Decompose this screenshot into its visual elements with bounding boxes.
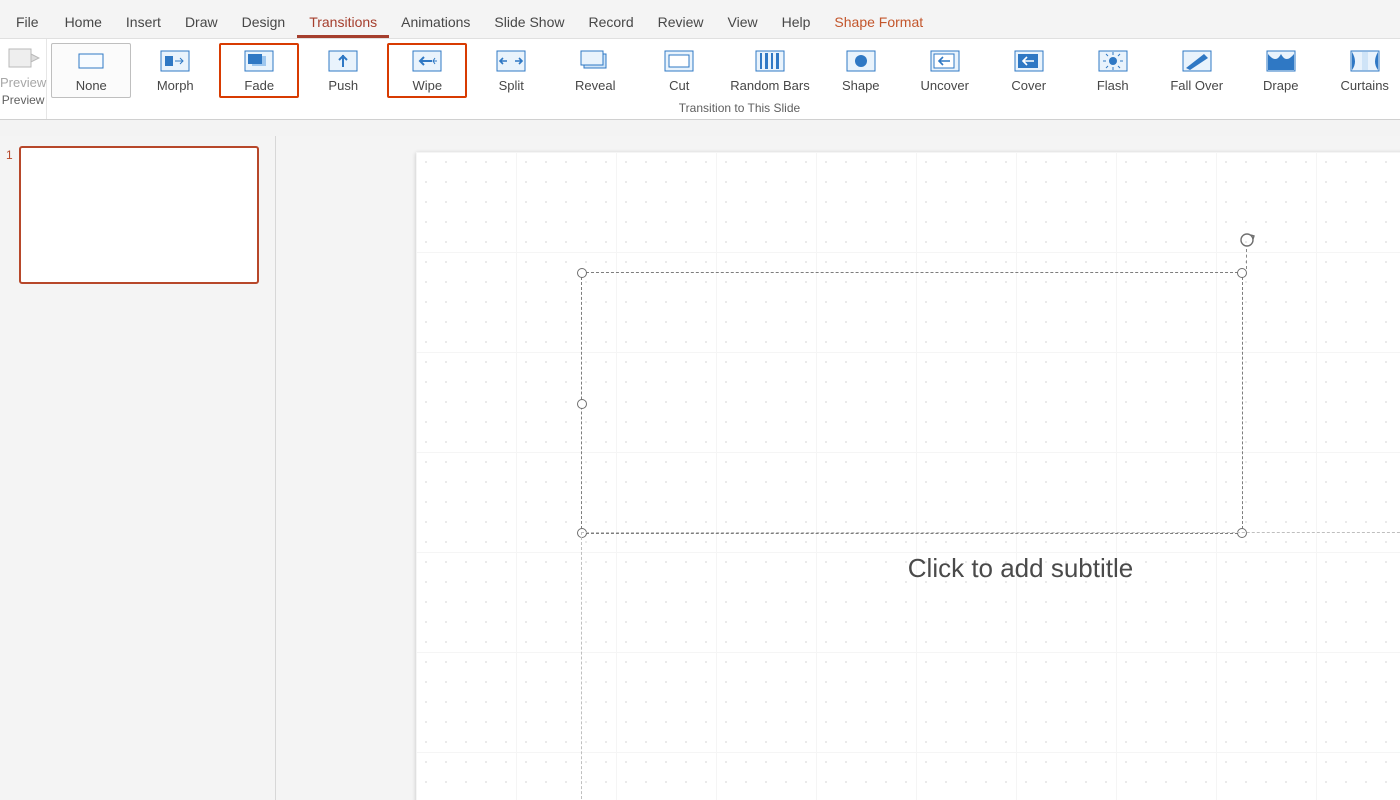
ribbon-group-preview: Preview Preview	[0, 39, 47, 119]
transition-label: Drape	[1263, 78, 1298, 93]
transition-shape[interactable]: Shape	[821, 43, 901, 98]
transition-flash[interactable]: Flash	[1073, 43, 1153, 98]
transition-label: Fall Over	[1170, 78, 1223, 93]
preview-icon	[6, 45, 40, 73]
transition-label: Flash	[1097, 78, 1129, 93]
transition-fade[interactable]: Fade	[219, 43, 299, 98]
shape-icon	[846, 50, 876, 72]
tab-insert[interactable]: Insert	[114, 4, 173, 38]
push-icon	[328, 50, 358, 72]
transition-gallery: None Morph Fade Push Wipe Split Reveal Cut Rando…	[47, 39, 1400, 98]
tab-review[interactable]: Review	[646, 4, 716, 38]
transition-fallover[interactable]: Fall Over	[1157, 43, 1237, 98]
ribbon: Preview Preview None Morph Fade Push Wipe Spl…	[0, 38, 1400, 120]
ribbon-group-label-preview: Preview	[0, 90, 46, 111]
transition-label: Fade	[244, 78, 274, 93]
ribbon-group-label-transitions: Transition to This Slide	[47, 98, 1400, 119]
cut-icon	[664, 50, 694, 72]
transition-label: Curtains	[1341, 78, 1389, 93]
transition-reveal[interactable]: Reveal	[555, 43, 635, 98]
rotate-stem	[1246, 249, 1247, 269]
transition-randombars[interactable]: Random Bars	[723, 43, 816, 98]
workspace: 1	[0, 136, 1400, 800]
subtitle-placeholder[interactable]: Click to add subtitle	[581, 532, 1400, 800]
tab-animations[interactable]: Animations	[389, 4, 482, 38]
ribbon-group-transitions: None Morph Fade Push Wipe Split Reveal Cut Rando…	[47, 39, 1400, 119]
transition-split[interactable]: Split	[471, 43, 551, 98]
transition-label: Reveal	[575, 78, 615, 93]
slide-number: 1	[6, 146, 13, 162]
randombars-icon	[755, 50, 785, 72]
ribbon-tab-strip: FileHomeInsertDrawDesignTransitionsAnima…	[0, 0, 1400, 38]
preview-label: Preview	[0, 75, 46, 90]
resize-handle[interactable]	[1237, 268, 1247, 278]
slide-canvas[interactable]: Click to add subtitle	[416, 152, 1400, 800]
uncover-icon	[930, 50, 960, 72]
tab-slideshow[interactable]: Slide Show	[482, 4, 576, 38]
none-icon	[76, 50, 106, 72]
transition-curtains[interactable]: Curtains	[1325, 43, 1400, 98]
transition-none[interactable]: None	[51, 43, 131, 98]
drape-icon	[1266, 50, 1296, 72]
transition-label: None	[76, 78, 107, 93]
preview-button[interactable]: Preview	[0, 39, 46, 90]
tab-file[interactable]: File	[2, 4, 53, 38]
tab-draw[interactable]: Draw	[173, 4, 230, 38]
transition-label: Uncover	[921, 78, 969, 93]
resize-handle[interactable]	[577, 268, 587, 278]
slide-thumbnail-1[interactable]: 1	[6, 146, 265, 284]
rotate-handle[interactable]	[1238, 231, 1256, 249]
transition-morph[interactable]: Morph	[135, 43, 215, 98]
transition-push[interactable]: Push	[303, 43, 383, 98]
wipe-icon	[412, 50, 442, 72]
slide-edit-area: Click to add subtitle	[276, 136, 1400, 800]
rotate-icon	[1238, 231, 1256, 249]
tab-record[interactable]: Record	[576, 4, 645, 38]
transition-label: Morph	[157, 78, 194, 93]
tab-design[interactable]: Design	[230, 4, 298, 38]
transition-cover[interactable]: Cover	[989, 43, 1069, 98]
resize-handle[interactable]	[577, 399, 587, 409]
tab-transitions[interactable]: Transitions	[297, 4, 389, 38]
tab-shapeformat[interactable]: Shape Format	[822, 4, 935, 38]
split-icon	[496, 50, 526, 72]
morph-icon	[160, 50, 190, 72]
tab-view[interactable]: View	[716, 4, 770, 38]
transition-label: Shape	[842, 78, 880, 93]
transition-label: Random Bars	[730, 78, 809, 93]
transition-label: Cut	[669, 78, 689, 93]
subtitle-placeholder-text: Click to add subtitle	[908, 553, 1133, 584]
title-placeholder[interactable]	[581, 272, 1243, 534]
fallover-icon	[1182, 50, 1212, 72]
transition-label: Cover	[1011, 78, 1046, 93]
transition-uncover[interactable]: Uncover	[905, 43, 985, 98]
transition-label: Split	[499, 78, 524, 93]
reveal-icon	[580, 50, 610, 72]
cover-icon	[1014, 50, 1044, 72]
flash-icon	[1098, 50, 1128, 72]
tab-home[interactable]: Home	[53, 4, 114, 38]
transition-drape[interactable]: Drape	[1241, 43, 1321, 98]
slide-thumbnail-image	[19, 146, 259, 284]
curtains-icon	[1350, 50, 1380, 72]
tab-help[interactable]: Help	[770, 4, 823, 38]
transition-cut[interactable]: Cut	[639, 43, 719, 98]
fade-icon	[244, 50, 274, 72]
transition-label: Push	[328, 78, 358, 93]
transition-label: Wipe	[412, 78, 442, 93]
transition-wipe[interactable]: Wipe	[387, 43, 467, 98]
slide-thumbnail-pane: 1	[0, 136, 276, 800]
